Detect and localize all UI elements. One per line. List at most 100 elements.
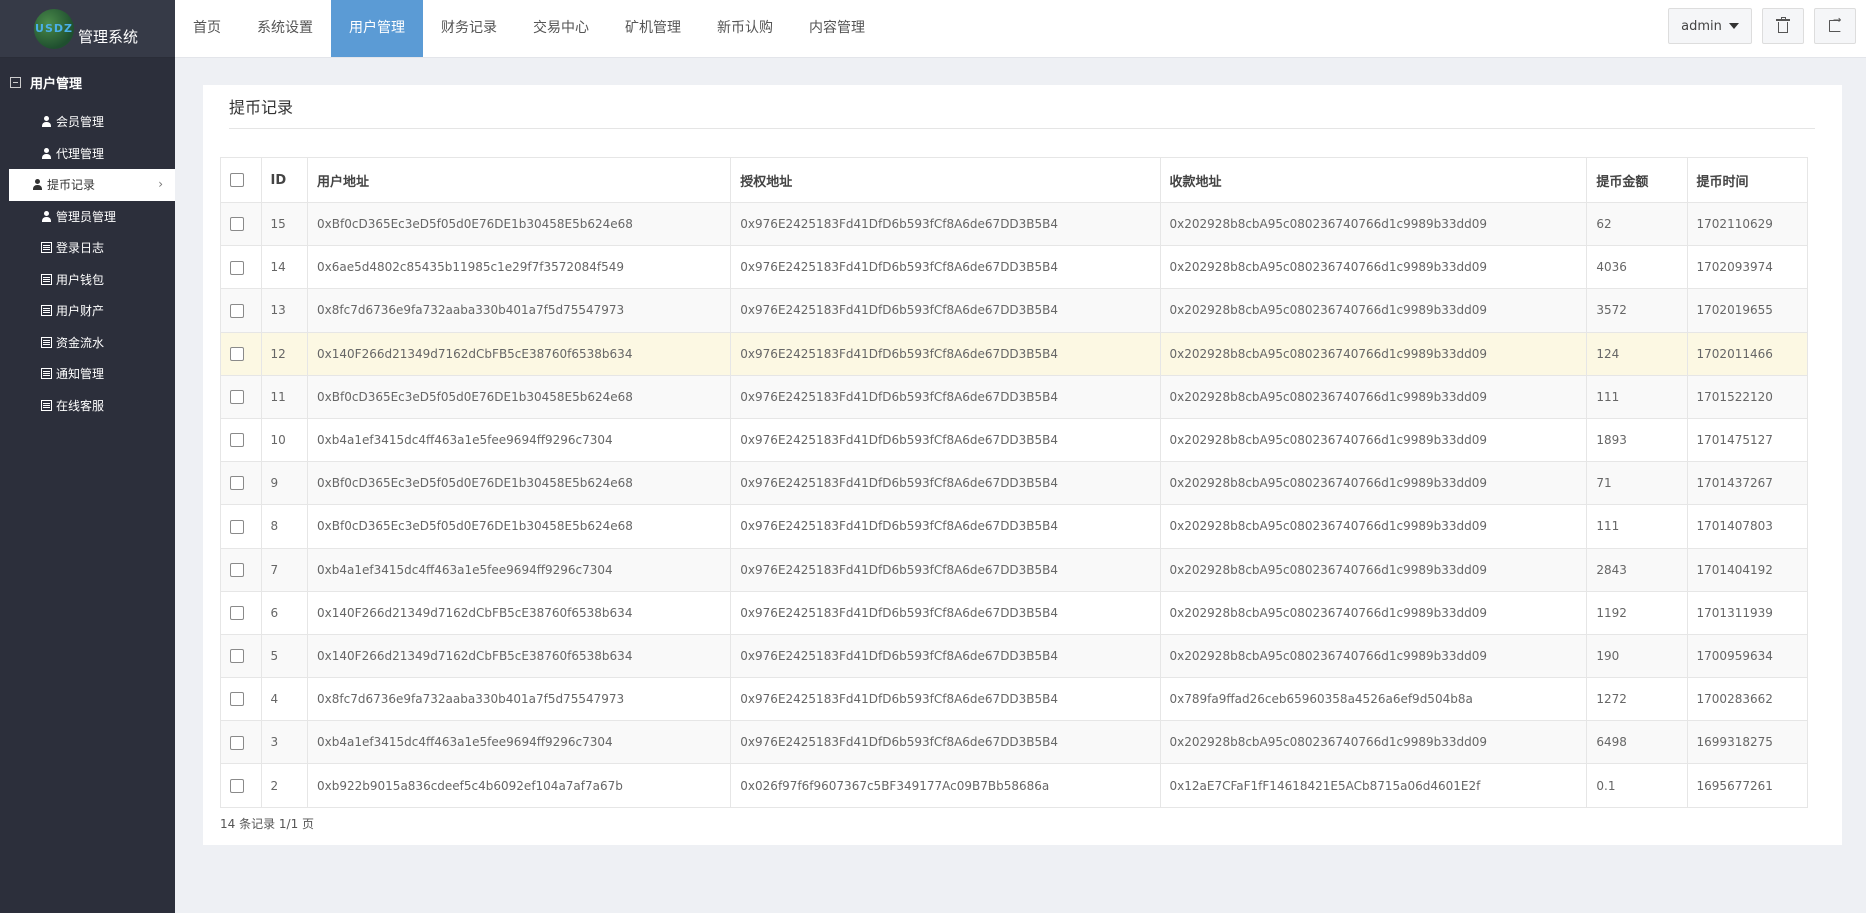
top-actions: admin — [1668, 8, 1856, 44]
table-cell: 0x976E2425183Fd41DfD6b593fCf8A6de67DD3B5… — [730, 417, 1161, 463]
sidebar-item-5[interactable]: 用户钱包 — [9, 264, 175, 296]
table-cell: 0x202928b8cbA95c080236740766d1c9989b33dd… — [1159, 633, 1588, 679]
sidebar-item-label: 管理员管理 — [56, 209, 117, 224]
row-checkbox[interactable] — [230, 433, 244, 448]
table-cell: 190 — [1586, 633, 1688, 679]
table-row[interactable]: 4 0x8fc7d6736e9fa732aaba330b401a7f5d75547… — [220, 677, 1809, 722]
table-cell: 10 — [260, 417, 309, 463]
row-select-cell — [220, 331, 262, 376]
table-cell: 0x202928b8cbA95c080236740766d1c9989b33dd… — [1159, 547, 1588, 592]
tab-0[interactable]: 首页 — [175, 0, 239, 57]
logo-text: USDZ — [35, 22, 73, 35]
row-checkbox[interactable] — [230, 303, 244, 318]
table-cell: 0xb4a1ef3415dc4ff463a1e5fee9694ff9296c73… — [307, 547, 732, 592]
table-row[interactable]: 3 0xb4a1ef3415dc4ff463a1e5fee9694ff9296c7… — [220, 720, 1809, 765]
table-cell: 4 — [260, 677, 309, 722]
sidebar-item-7[interactable]: 资金流水 — [9, 327, 175, 359]
clear-cache-button[interactable] — [1762, 8, 1804, 44]
table-cell: 0x202928b8cbA95c080236740766d1c9989b33dd… — [1159, 417, 1588, 463]
logout-button[interactable] — [1814, 8, 1856, 44]
sidebar-item-1[interactable]: 代理管理 — [9, 138, 175, 170]
sidebar-item-0[interactable]: 会员管理 — [9, 106, 175, 138]
row-select-cell — [220, 288, 262, 333]
sidebar: USDZ 管理系统 用户管理 会员管理代理管理提币记录 › 管理员管理登录日志 用户钱… — [0, 0, 175, 913]
table-cell: 111 — [1586, 374, 1688, 419]
sidebar-item-label: 提币记录 — [47, 178, 96, 193]
sidebar-item-6[interactable]: 用户财产 — [9, 295, 175, 327]
sidebar-section-user[interactable]: 用户管理 — [0, 58, 175, 106]
table-cell: 0xBf0cD365Ec3eD5f05d0E76DE1b30458E5b624e… — [307, 504, 732, 549]
table-row[interactable]: 11 0xBf0cD365Ec3eD5f05d0E76DE1b30458E5b62… — [220, 374, 1809, 419]
table-cell: 0x6ae5d4802c85435b11985c1e29f7f3572084f5… — [307, 245, 732, 290]
sidebar-item-4[interactable]: 登录日志 — [9, 232, 175, 264]
row-select-cell — [220, 720, 262, 765]
row-checkbox[interactable] — [230, 649, 244, 664]
table-cell: 0x202928b8cbA95c080236740766d1c9989b33dd… — [1159, 245, 1588, 290]
row-checkbox[interactable] — [230, 606, 244, 621]
table-row[interactable]: 9 0xBf0cD365Ec3eD5f05d0E76DE1b30458E5b624… — [220, 461, 1809, 506]
sidebar-item-9[interactable]: 在线客服 — [9, 390, 175, 422]
row-checkbox[interactable] — [230, 476, 244, 491]
table-row[interactable]: 14 0x6ae5d4802c85435b11985c1e29f7f3572084… — [220, 245, 1809, 290]
table-cell: 6498 — [1586, 720, 1688, 765]
table-cell: 1701437267 — [1686, 461, 1809, 506]
table-row[interactable]: 10 0xb4a1ef3415dc4ff463a1e5fee9694ff9296c… — [220, 417, 1809, 463]
table-cell: 1702093974 — [1686, 245, 1809, 290]
logo-area: USDZ 管理系统 — [0, 0, 175, 58]
table-cell: 0x140F266d21349d7162dCbFB5cE38760f6538b6… — [307, 590, 732, 635]
sidebar-item-label: 在线客服 — [56, 398, 105, 413]
table-row[interactable]: 12 0x140F266d21349d7162dCbFB5cE38760f6538… — [220, 331, 1809, 376]
row-checkbox[interactable] — [230, 692, 244, 707]
table-cell: 3572 — [1586, 288, 1688, 333]
row-select-cell — [220, 417, 262, 463]
row-checkbox[interactable] — [230, 562, 244, 577]
table-cell: 1701522120 — [1686, 374, 1809, 419]
person-icon — [41, 210, 52, 222]
row-checkbox[interactable] — [230, 390, 244, 405]
table-row[interactable]: 5 0x140F266d21349d7162dCbFB5cE38760f6538b… — [220, 633, 1809, 679]
table-cell: 1702110629 — [1686, 201, 1809, 247]
sidebar-item-label: 代理管理 — [56, 146, 105, 161]
select-all-checkbox[interactable] — [230, 173, 244, 187]
table-row[interactable]: 15 0xBf0cD365Ec3eD5f05d0E76DE1b30458E5b62… — [220, 201, 1809, 247]
table-cell: 1192 — [1586, 590, 1688, 635]
row-checkbox[interactable] — [230, 217, 244, 232]
tab-2[interactable]: 用户管理 — [331, 0, 423, 57]
sidebar-item-3[interactable]: 管理员管理 — [9, 201, 175, 233]
table-row[interactable]: 8 0xBf0cD365Ec3eD5f05d0E76DE1b30458E5b624… — [220, 504, 1809, 549]
table-row[interactable]: 6 0x140F266d21349d7162dCbFB5cE38760f6538b… — [220, 590, 1809, 635]
column-header: 提币金额 — [1586, 157, 1688, 203]
table-cell: 0x976E2425183Fd41DfD6b593fCf8A6de67DD3B5… — [730, 374, 1161, 419]
user-menu-button[interactable]: admin — [1668, 8, 1752, 44]
tab-7[interactable]: 内容管理 — [791, 0, 883, 57]
sidebar-section-label: 用户管理 — [30, 76, 83, 92]
list-icon — [41, 336, 52, 348]
tab-4[interactable]: 交易中心 — [515, 0, 607, 57]
row-checkbox[interactable] — [230, 519, 244, 534]
tab-1[interactable]: 系统设置 — [239, 0, 331, 57]
sidebar-item-2[interactable]: 提币记录 › — [9, 169, 175, 201]
table-cell: 2843 — [1586, 547, 1688, 592]
tab-3[interactable]: 财务记录 — [423, 0, 515, 57]
row-checkbox[interactable] — [230, 346, 244, 361]
table-cell: 5 — [260, 633, 309, 679]
table-cell: 0x976E2425183Fd41DfD6b593fCf8A6de67DD3B5… — [730, 633, 1161, 679]
page-title: 提币记录 — [229, 85, 1815, 129]
table-row[interactable]: 2 0xb922b9015a836cdeef5c4b6092ef104a7af7a… — [220, 763, 1809, 808]
top-nav-tabs: 首页 系统设置 用户管理 财务记录 交易中心 矿机管理 新币认购 内容管理 — [175, 0, 1866, 57]
table-cell: 0xb922b9015a836cdeef5c4b6092ef104a7af7a6… — [307, 763, 732, 808]
row-select-cell — [220, 245, 262, 290]
row-checkbox[interactable] — [230, 778, 244, 793]
sidebar-item-8[interactable]: 通知管理 — [9, 358, 175, 390]
row-checkbox[interactable] — [230, 260, 244, 275]
tab-6[interactable]: 新币认购 — [699, 0, 791, 57]
table-cell: 2 — [260, 763, 309, 808]
table-row[interactable]: 13 0x8fc7d6736e9fa732aaba330b401a7f5d7554… — [220, 288, 1809, 333]
table-cell: 1699318275 — [1686, 720, 1809, 765]
table-cell: 0x202928b8cbA95c080236740766d1c9989b33dd… — [1159, 201, 1588, 247]
table-row[interactable]: 7 0xb4a1ef3415dc4ff463a1e5fee9694ff9296c7… — [220, 547, 1809, 592]
table-cell: 0x976E2425183Fd41DfD6b593fCf8A6de67DD3B5… — [730, 331, 1161, 376]
table-cell: 4036 — [1586, 245, 1688, 290]
row-checkbox[interactable] — [230, 735, 244, 750]
tab-5[interactable]: 矿机管理 — [607, 0, 699, 57]
